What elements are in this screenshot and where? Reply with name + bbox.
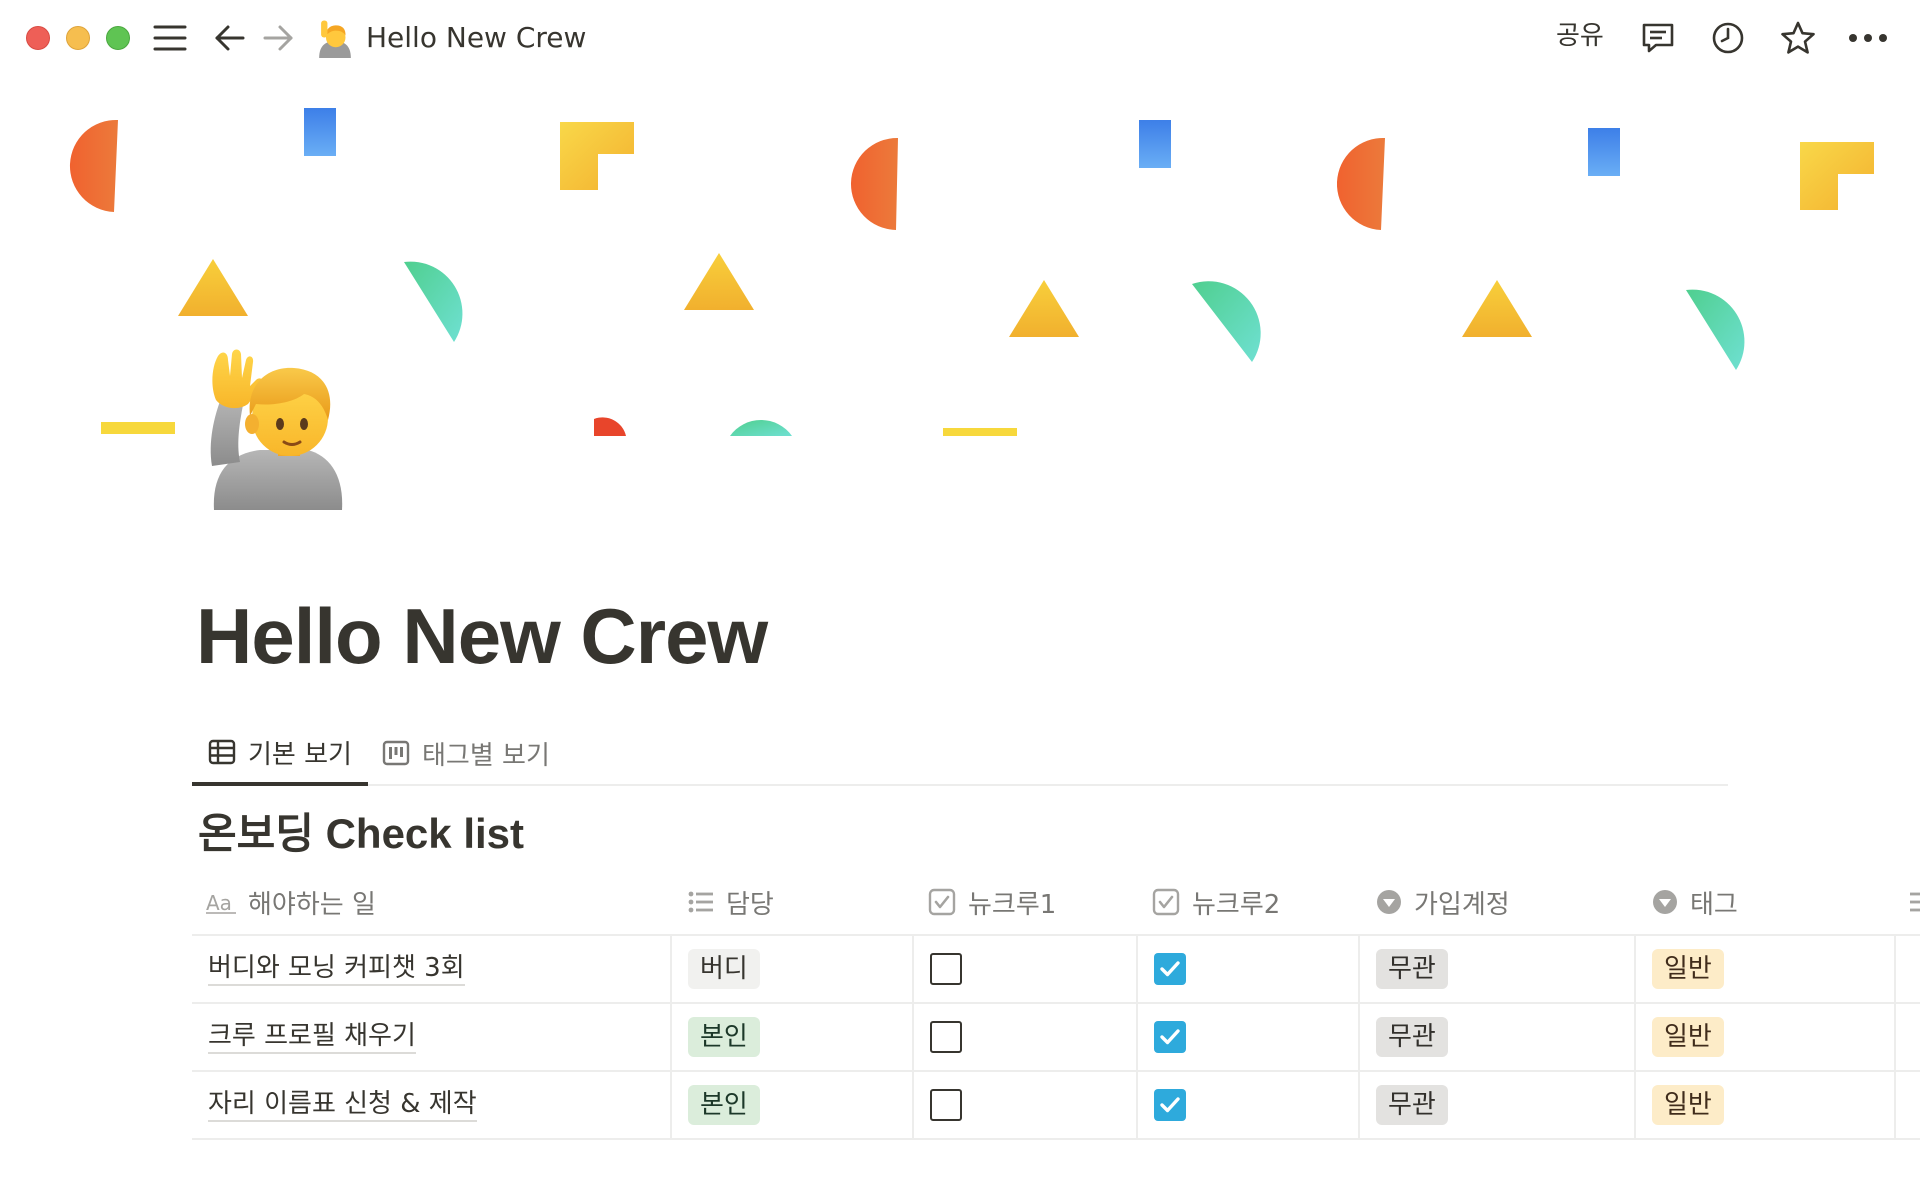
list-icon xyxy=(688,891,713,913)
select-icon xyxy=(1377,890,1401,914)
share-button[interactable]: 공유 xyxy=(1556,18,1604,54)
tab-label: 기본 보기 xyxy=(248,739,352,770)
column-label: 담당 xyxy=(726,889,774,920)
column-label: 태그 xyxy=(1690,889,1738,920)
window-titlebar: Hello New Crew 공유 xyxy=(0,0,1920,76)
select-icon xyxy=(1653,890,1677,914)
comment-icon[interactable] xyxy=(1638,18,1678,58)
crew1-cell[interactable] xyxy=(930,1004,962,1070)
account-chip: 무관 xyxy=(1376,1085,1448,1125)
column-label: 가입계정 xyxy=(1414,889,1510,920)
page-title[interactable]: Hello New Crew xyxy=(196,588,768,684)
table-row[interactable]: 버디와 모닝 커피챗 3회 버디 무관 일반 xyxy=(192,936,1920,1004)
clock-icon[interactable] xyxy=(1708,18,1748,58)
task-title: 버디와 모닝 커피챗 3회 xyxy=(208,952,465,986)
database-title[interactable]: 온보딩 Check list xyxy=(198,806,524,862)
crew1-checkbox[interactable] xyxy=(930,953,962,985)
owner-cell[interactable]: 본인 xyxy=(688,1072,760,1138)
column-label: 뉴크루2 xyxy=(1192,889,1281,920)
task-cell[interactable]: 크루 프로필 채우기 xyxy=(192,1004,670,1070)
arrow-right-icon[interactable] xyxy=(258,18,298,58)
title-aa-icon: Aa xyxy=(206,891,236,914)
owner-chip: 버디 xyxy=(688,949,760,989)
tag-cell[interactable]: 일반 xyxy=(1652,1004,1724,1070)
column-header-owner[interactable]: 담당 xyxy=(688,868,774,936)
account-cell[interactable]: 무관 xyxy=(1376,1004,1448,1070)
tag-chip: 일반 xyxy=(1652,949,1724,989)
page-emoji-small-icon xyxy=(316,18,354,58)
tag-chip: 일반 xyxy=(1652,1085,1724,1125)
crew2-cell[interactable] xyxy=(1154,1004,1186,1070)
table-header: Aa 해야하는 일 담당 뉴크루1 뉴크루2 가입계정 태그 xyxy=(192,868,1920,936)
crew1-checkbox[interactable] xyxy=(930,1089,962,1121)
task-title: 크루 프로필 채우기 xyxy=(208,1020,416,1054)
crew2-checkbox-checked[interactable] xyxy=(1154,1021,1186,1053)
window-close-button[interactable] xyxy=(26,26,50,50)
table-row[interactable]: 자리 이름표 신청 & 제작 본인 무관 일반 xyxy=(192,1072,1920,1140)
window-maximize-button[interactable] xyxy=(106,26,130,50)
checkmark-icon xyxy=(1160,961,1180,977)
crew1-checkbox[interactable] xyxy=(930,1021,962,1053)
window-minimize-button[interactable] xyxy=(66,26,90,50)
task-cell[interactable]: 버디와 모닝 커피챗 3회 xyxy=(192,936,670,1002)
crew2-checkbox-checked[interactable] xyxy=(1154,953,1186,985)
owner-chip: 본인 xyxy=(688,1017,760,1057)
crew1-cell[interactable] xyxy=(930,936,962,1002)
crew1-cell[interactable] xyxy=(930,1072,962,1138)
crew2-cell[interactable] xyxy=(1154,936,1186,1002)
owner-cell[interactable]: 본인 xyxy=(688,1004,760,1070)
column-header-crew2[interactable]: 뉴크루2 xyxy=(1152,868,1280,936)
checkbox-icon xyxy=(1152,888,1180,916)
more-horizontal-icon[interactable] xyxy=(1846,18,1890,58)
column-header-account[interactable]: 가입계정 xyxy=(1376,868,1510,936)
star-icon[interactable] xyxy=(1778,18,1818,58)
checkmark-icon xyxy=(1160,1029,1180,1045)
window-title: Hello New Crew xyxy=(366,21,587,54)
column-header-task[interactable]: Aa 해야하는 일 xyxy=(206,868,376,936)
arrow-left-icon[interactable] xyxy=(210,18,250,58)
task-cell[interactable]: 자리 이름표 신청 & 제작 xyxy=(192,1072,670,1138)
table-icon xyxy=(208,739,236,765)
task-title: 자리 이름표 신청 & 제작 xyxy=(208,1088,477,1122)
table-row[interactable]: 크루 프로필 채우기 본인 무관 일반 xyxy=(192,1004,1920,1072)
tab-label: 태그별 보기 xyxy=(422,740,550,771)
owner-chip: 본인 xyxy=(688,1085,760,1125)
crew2-cell[interactable] xyxy=(1154,1072,1186,1138)
board-icon xyxy=(382,740,410,766)
account-chip: 무관 xyxy=(1376,949,1448,989)
svg-text:Aa: Aa xyxy=(206,891,232,914)
account-cell[interactable]: 무관 xyxy=(1376,936,1448,1002)
crew2-checkbox-checked[interactable] xyxy=(1154,1089,1186,1121)
tag-cell[interactable]: 일반 xyxy=(1652,936,1724,1002)
account-cell[interactable]: 무관 xyxy=(1376,1072,1448,1138)
column-label: 뉴크루1 xyxy=(968,889,1057,920)
column-header-more-icon[interactable] xyxy=(1910,868,1920,936)
tag-cell[interactable]: 일반 xyxy=(1652,1072,1724,1138)
person-raising-hand-emoji-icon[interactable] xyxy=(200,346,350,510)
column-header-crew1[interactable]: 뉴크루1 xyxy=(928,868,1056,936)
tab-default-view[interactable]: 기본 보기 xyxy=(192,722,368,786)
hamburger-menu-icon[interactable] xyxy=(150,18,190,58)
tag-chip: 일반 xyxy=(1652,1017,1724,1057)
column-label: 해야하는 일 xyxy=(248,889,376,920)
column-header-tag[interactable]: 태그 xyxy=(1652,868,1738,936)
owner-cell[interactable]: 버디 xyxy=(688,936,760,1002)
checkmark-icon xyxy=(1160,1097,1180,1113)
tab-tag-view[interactable]: 태그별 보기 xyxy=(382,722,582,784)
checkbox-icon xyxy=(928,888,956,916)
view-tabs: 기본 보기 태그별 보기 xyxy=(192,722,1728,786)
account-chip: 무관 xyxy=(1376,1017,1448,1057)
